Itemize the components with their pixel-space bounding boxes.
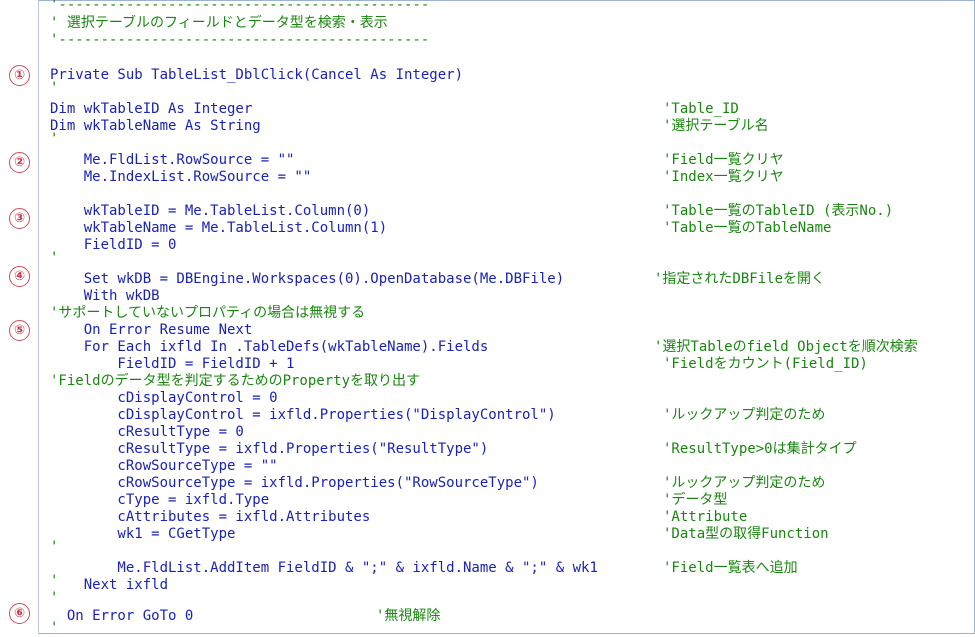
comment-rowsourcetype: 'ルックアップ判定のため (663, 475, 826, 491)
comment-cattributes: 'Attribute (663, 509, 748, 525)
comment-tablename: '選択テーブル名 (663, 118, 769, 134)
code-line-tablename-assign[interactable]: wkTableName = Me.TableList.Column(1) (50, 220, 387, 237)
code-line-on-error-resume[interactable]: On Error Resume Next (50, 322, 253, 339)
line-marker-gutter (0, 0, 38, 634)
code-line-unsupported-comment: 'サポートしていないプロパティの場合は無視する (50, 305, 366, 321)
step-marker-3: ③ (9, 208, 30, 229)
code-line-cattributes[interactable]: cAttributes = ixfld.Attributes (50, 509, 370, 526)
step-marker-1: ① (9, 65, 30, 86)
code-line-fieldid-init[interactable]: FieldID = 0 (50, 237, 177, 254)
step-marker-5: ⑤ (9, 320, 30, 341)
comment-additem: 'Field一覧表へ追加 (663, 560, 798, 576)
code-line-blank-comment: ' (50, 80, 59, 96)
code-line-tableid-assign[interactable]: wkTableID = Me.TableList.Column(0) (50, 203, 371, 220)
comment-tableid-assign: 'Table一覧のTableID (表示No.) (663, 203, 894, 219)
code-line-sub-decl[interactable]: Private Sub TableList_DblClick(Cancel As… (50, 67, 463, 84)
code-line-blank-comment: ' (50, 539, 59, 555)
code-line-dim-tablename[interactable]: Dim wkTableName As String (50, 118, 261, 135)
code-line-blank-comment: ' (50, 250, 59, 266)
code-line-ctype[interactable]: cType = ixfld.Type (50, 492, 269, 509)
step-marker-4: ④ (9, 266, 30, 287)
code-line-with-wkdb[interactable]: With wkDB (50, 288, 160, 305)
code-line-rowsourcetype-get[interactable]: cRowSourceType = ixfld.Properties("RowSo… (50, 475, 538, 492)
code-line-rowsourcetype-init[interactable]: cRowSourceType = "" (50, 458, 277, 475)
code-line-displaycontrol-get[interactable]: cDisplayControl = ixfld.Properties("Disp… (50, 407, 555, 424)
comment-tableid: 'Table_ID (663, 101, 739, 117)
code-line-resulttype-get[interactable]: cResultType = ixfld.Properties("ResultTy… (50, 441, 488, 458)
comment-displaycontrol: 'ルックアップ判定のため (663, 407, 826, 423)
gutter-divider (38, 0, 39, 634)
comment-indexlist-clear: 'Index一覧クリヤ (663, 169, 784, 185)
code-line-blank-comment: ' (50, 131, 59, 147)
code-line-for-each[interactable]: For Each ixfld In .TableDefs(wkTableName… (50, 339, 489, 356)
code-line-property-comment: 'Fieldのデータ型を判定するためのPropertyを取り出す (50, 373, 421, 389)
code-line-indexlist-clear[interactable]: Me.IndexList.RowSource = "" (50, 169, 312, 186)
step-marker-2: ② (9, 152, 30, 173)
code-line-fldlist-clear[interactable]: Me.FldList.RowSource = "" (50, 152, 295, 169)
code-line-resulttype-init[interactable]: cResultType = 0 (50, 424, 243, 441)
header-dash-bottom: '---------------------------------------… (50, 32, 430, 48)
comment-open-database: '指定されたDBFileを開く (654, 271, 826, 287)
step-marker-6: ⑥ (9, 603, 30, 624)
comment-resulttype: 'ResultType>0は集計タイプ (663, 441, 857, 457)
code-line-next-ixfld[interactable]: Next ixfld (50, 577, 168, 594)
header-dash-top: '---------------------------------------… (50, 0, 430, 13)
comment-on-error-goto: '無視解除 (376, 608, 441, 624)
code-line-blank-comment: ' (50, 590, 59, 606)
comment-wk1-gettype: 'Data型の取得Function (663, 526, 829, 542)
code-line-open-database[interactable]: Set wkDB = DBEngine.Workspaces(0).OpenDa… (50, 271, 564, 288)
code-line-additem[interactable]: Me.FldList.AddItem FieldID & ";" & ixfld… (50, 560, 597, 577)
code-line-wk1-gettype[interactable]: wk1 = CGetType (50, 526, 235, 543)
code-line-dim-tableid[interactable]: Dim wkTableID As Integer (50, 101, 252, 118)
comment-tablename-assign: 'Table一覧のTableName (663, 220, 832, 236)
code-line-fieldid-increment[interactable]: FieldID = FieldID + 1 (50, 356, 294, 373)
comment-ctype: 'データ型 (663, 492, 728, 508)
comment-fieldid-increment: 'Fieldをカウント(Field_ID) (663, 356, 868, 372)
code-line-displaycontrol-init[interactable]: cDisplayControl = 0 (50, 390, 277, 407)
comment-fldlist-clear: 'Field一覧クリヤ (663, 152, 784, 168)
code-line-blank-comment: ' (50, 620, 59, 636)
comment-for-each: '選択Tableのfield Objectを順次検索 (654, 339, 918, 355)
code-line-on-error-goto[interactable]: On Error GoTo 0 (50, 608, 193, 625)
header-title-comment: ' 選択テーブルのフィールドとデータ型を検索・表示 (50, 15, 388, 31)
